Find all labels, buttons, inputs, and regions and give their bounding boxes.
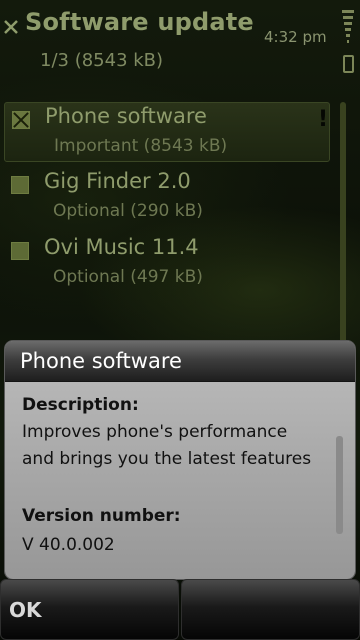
close-icon[interactable] xyxy=(2,18,20,36)
ok-button-label: OK xyxy=(9,598,42,622)
page-subtitle: 1/3 (8543 kB) xyxy=(40,50,164,71)
dialog-body: Description: Improves phone's performanc… xyxy=(5,382,355,579)
description-line-2: and brings you the latest features xyxy=(22,449,312,469)
list-scrollbar[interactable] xyxy=(340,102,346,347)
list-item-detail: Important (8543 kB) xyxy=(54,136,228,156)
checkbox-icon[interactable] xyxy=(11,242,29,260)
dialog-header: Phone software xyxy=(5,341,355,382)
details-dialog: Phone software Description: Improves pho… xyxy=(5,341,355,579)
version-value: V 40.0.002 xyxy=(22,535,115,555)
softkey-bar: OK xyxy=(0,579,360,640)
page-title: Software update xyxy=(25,8,254,36)
screen: Software update 1/3 (8543 kB) 4:32 pm Ph… xyxy=(0,0,360,640)
signal-bars-icon xyxy=(342,10,354,43)
battery-icon xyxy=(343,55,354,73)
list-item-detail: Optional (290 kB) xyxy=(53,201,203,221)
list-item-detail: Optional (497 kB) xyxy=(53,267,203,287)
list-item[interactable]: Gig Finder 2.0 Optional (290 kB) xyxy=(4,168,330,228)
dialog-title: Phone software xyxy=(20,349,182,373)
list-item[interactable]: Ovi Music 11.4 Optional (497 kB) xyxy=(4,234,330,294)
list-item-title: Ovi Music 11.4 xyxy=(44,235,199,259)
important-marker-icon: ! xyxy=(318,107,329,132)
list-item-title: Gig Finder 2.0 xyxy=(44,169,191,193)
ok-button[interactable]: OK xyxy=(0,579,179,640)
dialog-scrollbar[interactable] xyxy=(336,436,343,534)
right-softkey-button[interactable] xyxy=(181,579,360,640)
list-item[interactable]: Phone software Important (8543 kB) ! xyxy=(4,102,330,162)
list-item-title: Phone software xyxy=(45,104,207,128)
checkbox-checked-icon[interactable] xyxy=(12,111,30,129)
version-label: Version number: xyxy=(22,506,181,526)
status-time: 4:32 pm xyxy=(264,28,327,46)
description-line-1: Improves phone's performance xyxy=(22,422,288,442)
checkbox-icon[interactable] xyxy=(11,176,29,194)
description-label: Description: xyxy=(22,395,139,415)
